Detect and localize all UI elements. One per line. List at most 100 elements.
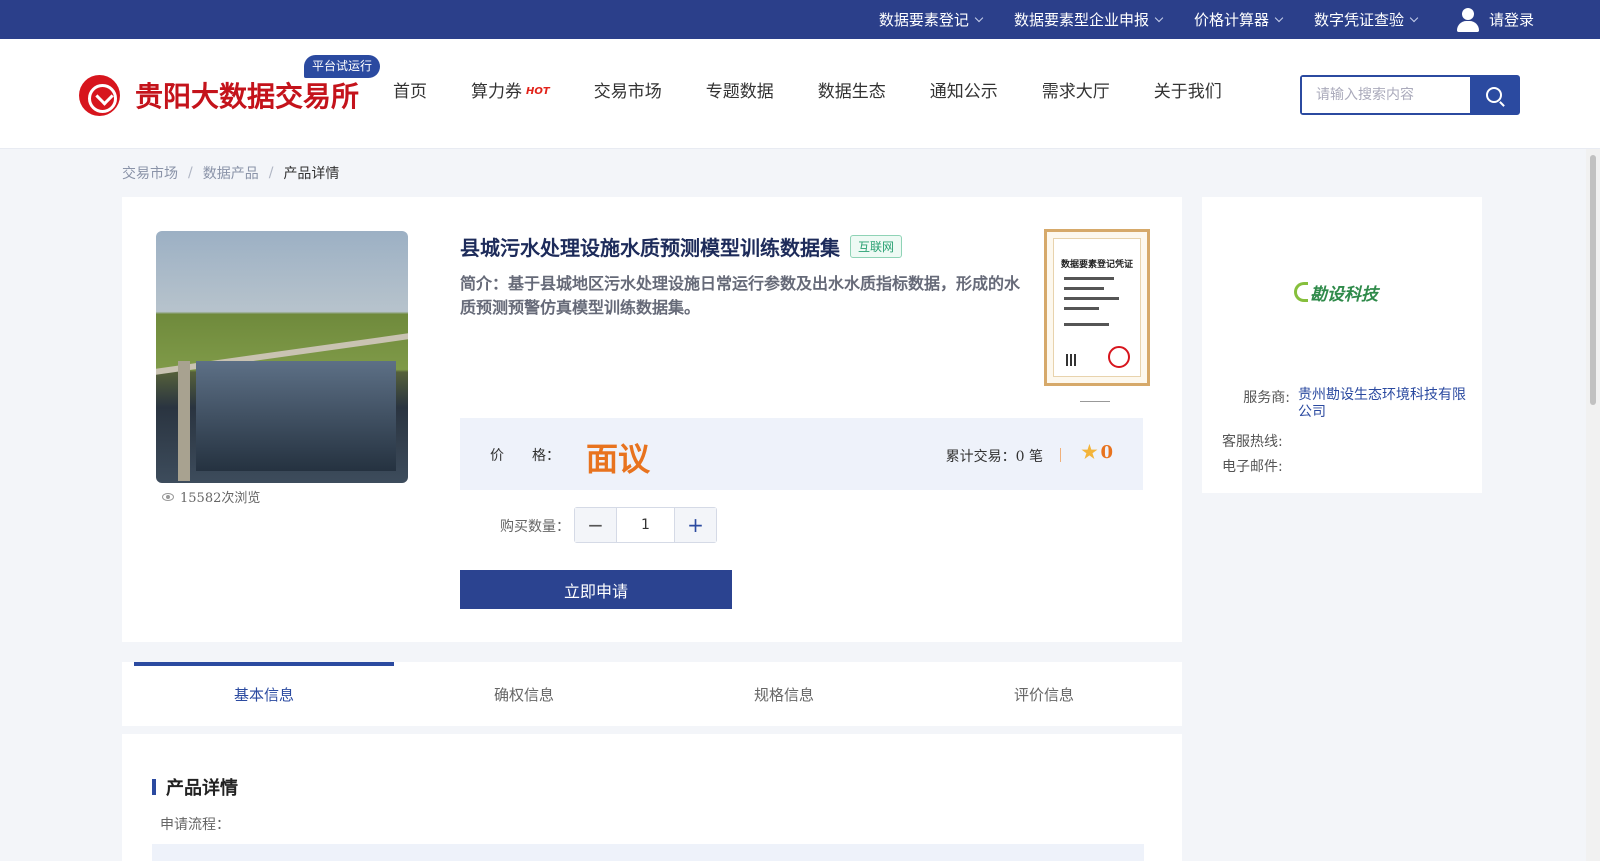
rating-value: 0 bbox=[1100, 442, 1113, 463]
nav-item-compute-voucher[interactable]: 算力券 HOT bbox=[471, 77, 550, 102]
star-icon: ★ bbox=[1081, 442, 1098, 463]
certificate-line bbox=[1064, 307, 1099, 310]
provider-service-row: 服务商: 贵州勘设生态环境科技有限公司 bbox=[1222, 387, 1472, 421]
category-tag: 互联网 bbox=[850, 235, 903, 258]
provider-card: 勘设科技 服务商: 贵州勘设生态环境科技有限公司 客服热线: 电子邮件: bbox=[1202, 197, 1482, 493]
search-box bbox=[1300, 75, 1520, 115]
product-summary: 简介：基于县城地区污水处理设施日常运行参数及出水水质指标数据，形成的水质预测预警… bbox=[460, 274, 1021, 317]
section-title: 产品详情 bbox=[152, 774, 238, 800]
quantity-input[interactable]: 1 bbox=[616, 508, 675, 542]
breadcrumb-item-market[interactable]: 交易市场 bbox=[122, 163, 178, 183]
seal-icon bbox=[1108, 346, 1130, 368]
main-header: 贵阳大数据交易所 平台试运行 首页 算力券 HOT 交易市场 专题数据 数据生态 … bbox=[0, 39, 1600, 149]
nav-label: 首页 bbox=[393, 82, 427, 102]
apply-button[interactable]: 立即申请 bbox=[460, 570, 732, 609]
certificate-line bbox=[1064, 287, 1104, 290]
nav-label: 通知公示 bbox=[929, 82, 998, 102]
nav-label: 专题数据 bbox=[705, 82, 774, 102]
image-shape bbox=[196, 361, 396, 471]
view-count: 15582次浏览 bbox=[162, 487, 260, 506]
topbar-item-label: 数字凭证查验 bbox=[1313, 11, 1404, 29]
provider-logo-icon bbox=[1294, 282, 1308, 302]
increase-button[interactable]: + bbox=[675, 508, 716, 542]
tab-rights-info[interactable]: 确权信息 bbox=[394, 662, 654, 726]
eye-icon bbox=[162, 492, 174, 501]
qr-code-icon bbox=[1066, 354, 1078, 366]
nav-label: 交易市场 bbox=[593, 82, 662, 102]
breadcrumb-current: 产品详情 bbox=[283, 166, 340, 182]
product-details-panel: 产品详情 申请流程： bbox=[122, 734, 1182, 861]
site-logo-text[interactable]: 贵阳大数据交易所 bbox=[135, 75, 359, 115]
topbar-item-label: 价格计算器 bbox=[1193, 11, 1269, 29]
login-link[interactable]: 请登录 bbox=[1456, 7, 1534, 32]
chevron-down-icon bbox=[974, 13, 984, 22]
certificate-title: 数据要素登记凭证 bbox=[1060, 260, 1133, 270]
provider-email-row: 电子邮件: bbox=[1222, 456, 1472, 476]
certificate-inner: 数据要素登记凭证 bbox=[1053, 238, 1141, 377]
chevron-down-icon bbox=[1409, 13, 1419, 22]
price-label: 价 格： bbox=[490, 448, 560, 464]
hot-icon: HOT bbox=[526, 86, 550, 97]
tab-basic-info[interactable]: 基本信息 bbox=[134, 662, 394, 726]
nav-label: 需求大厅 bbox=[1041, 82, 1110, 102]
nav-item-topic-data[interactable]: 专题数据 bbox=[706, 77, 774, 102]
certificate-line bbox=[1064, 323, 1109, 326]
certificate-indicator bbox=[1080, 401, 1110, 402]
quantity-stepper: − 1 + bbox=[574, 507, 717, 543]
quantity-label: 购买数量： bbox=[500, 519, 570, 535]
tab-spec-info[interactable]: 规格信息 bbox=[654, 662, 914, 726]
process-box bbox=[152, 844, 1144, 861]
nav-label: 数据生态 bbox=[817, 82, 886, 102]
provider-hotline-row: 客服热线: bbox=[1222, 431, 1472, 451]
rating: ★ 0 bbox=[1081, 442, 1113, 463]
nav-label: 关于我们 bbox=[1153, 82, 1222, 102]
image-shape bbox=[178, 361, 190, 481]
decrease-button[interactable]: − bbox=[575, 508, 616, 542]
divider bbox=[1060, 448, 1061, 462]
service-value[interactable]: 贵州勘设生态环境科技有限公司 bbox=[1298, 387, 1472, 421]
nav-item-market[interactable]: 交易市场 bbox=[594, 77, 662, 102]
trial-badge: 平台试运行 bbox=[304, 55, 381, 78]
view-count-text: 15582次浏览 bbox=[180, 491, 261, 506]
chevron-down-icon bbox=[1274, 13, 1284, 22]
tab-review-info[interactable]: 评价信息 bbox=[914, 662, 1174, 726]
login-label: 请登录 bbox=[1488, 11, 1534, 29]
registration-certificate[interactable]: 数据要素登记凭证 bbox=[1044, 229, 1150, 386]
nav-item-about[interactable]: 关于我们 bbox=[1154, 77, 1222, 102]
nav-item-demand-hall[interactable]: 需求大厅 bbox=[1042, 77, 1110, 102]
search-input[interactable] bbox=[1302, 77, 1470, 113]
topbar-item-certificate-check[interactable]: 数字凭证查验 bbox=[1313, 9, 1419, 30]
breadcrumb-item-data-products[interactable]: 数据产品 bbox=[203, 163, 259, 183]
nav-label: 算力券 bbox=[471, 82, 522, 102]
scrollbar-thumb[interactable] bbox=[1590, 155, 1596, 405]
minus-icon: − bbox=[587, 513, 604, 537]
certificate-line bbox=[1064, 277, 1114, 280]
breadcrumb-separator: / bbox=[268, 165, 274, 181]
product-title-text: 县城污水处理设施水质预测模型训练数据集 bbox=[460, 236, 840, 260]
page-scrollbar[interactable] bbox=[1586, 149, 1600, 861]
topbar-item-enterprise-declaration[interactable]: 数据要素型企业申报 bbox=[1014, 9, 1164, 30]
search-icon bbox=[1486, 87, 1502, 103]
hotline-label: 客服热线: bbox=[1222, 434, 1283, 450]
plus-icon: + bbox=[687, 513, 704, 537]
service-label: 服务商: bbox=[1243, 390, 1290, 406]
user-icon bbox=[1456, 7, 1479, 32]
nav-item-notices[interactable]: 通知公示 bbox=[930, 77, 998, 102]
topbar-item-price-calculator[interactable]: 价格计算器 bbox=[1193, 9, 1284, 30]
certificate-line bbox=[1064, 297, 1119, 300]
breadcrumb: 交易市场 / 数据产品 / 产品详情 bbox=[122, 163, 339, 183]
topbar-item-label: 数据要素登记 bbox=[878, 11, 969, 29]
topbar-item-data-registration[interactable]: 数据要素登记 bbox=[878, 9, 984, 30]
main-nav: 首页 算力券 HOT 交易市场 专题数据 数据生态 通知公示 需求大厅 关于我们 bbox=[393, 77, 1266, 102]
nav-item-ecosystem[interactable]: 数据生态 bbox=[818, 77, 886, 102]
search-button[interactable] bbox=[1470, 77, 1518, 113]
provider-logo-text: 勘设科技 bbox=[1310, 284, 1378, 305]
process-label: 申请流程： bbox=[160, 817, 230, 833]
product-image bbox=[156, 231, 408, 483]
nav-item-home[interactable]: 首页 bbox=[393, 77, 427, 102]
detail-tabs: 基本信息 确权信息 规格信息 评价信息 bbox=[122, 662, 1182, 726]
provider-logo: 勘设科技 bbox=[1216, 217, 1456, 367]
logo-icon[interactable] bbox=[79, 75, 120, 116]
trade-count: 累计交易：0 笔 bbox=[945, 449, 1043, 465]
chevron-down-icon bbox=[1154, 13, 1164, 22]
